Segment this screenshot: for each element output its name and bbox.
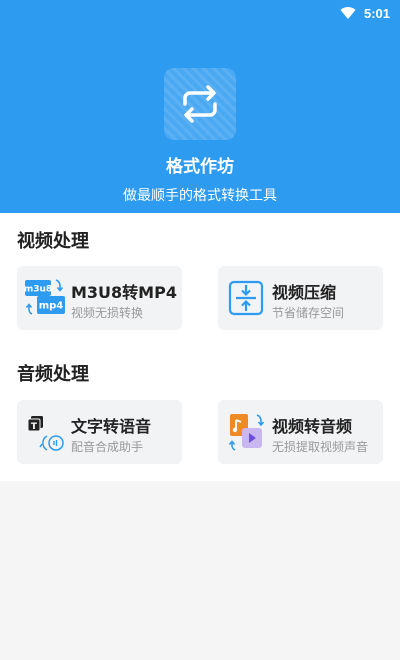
- video-to-audio-icon: [228, 414, 265, 451]
- text-to-speech-icon: T: [27, 416, 64, 451]
- empty-area: [0, 481, 400, 660]
- card-title: 视频压缩: [272, 283, 337, 302]
- card-desc: 视频无损转换: [71, 306, 144, 320]
- repeat-arrows-icon: [183, 85, 217, 123]
- status-bar: 5:01: [0, 0, 400, 26]
- app-logo: [164, 68, 236, 140]
- card-title: 视频转音频: [272, 417, 353, 436]
- app-subtitle: 做最顺手的格式转换工具: [123, 188, 277, 204]
- svg-text:T: T: [31, 422, 38, 432]
- card-text-to-speech[interactable]: T 文字转语音 配音合成助手: [17, 400, 182, 464]
- card-title: M3U8转MP4: [71, 283, 177, 302]
- card-desc: 节省储存空间: [272, 306, 345, 320]
- wifi-icon: [340, 7, 356, 20]
- card-title: 文字转语音: [71, 417, 152, 436]
- app-title: 格式作坊: [166, 157, 234, 177]
- section-title-video: 视频处理: [17, 231, 89, 252]
- card-video-to-audio[interactable]: 视频转音频 无损提取视频声音: [218, 400, 383, 464]
- card-desc: 配音合成助手: [71, 440, 144, 454]
- card-m3u8-to-mp4[interactable]: m3u8 mp4 M3U8转MP4 视频无损转换: [17, 266, 182, 330]
- status-time: 5:01: [363, 5, 390, 21]
- card-video-compress[interactable]: 视频压缩 节省储存空间: [218, 266, 383, 330]
- section-title-audio: 音频处理: [17, 364, 89, 385]
- m3u8-to-mp4-icon: m3u8 mp4: [24, 279, 65, 315]
- compress-icon: [228, 280, 264, 316]
- main-content: 视频处理 m3u8 mp4 M3U8转MP4 视频无损转换 视频压缩 节省储存空…: [0, 213, 400, 481]
- svg-text:mp4: mp4: [39, 301, 64, 312]
- card-desc: 无损提取视频声音: [272, 440, 369, 454]
- app-header: 5:01 格式作坊 做最顺手的格式转换工具: [0, 0, 400, 213]
- svg-text:m3u8: m3u8: [24, 285, 52, 295]
